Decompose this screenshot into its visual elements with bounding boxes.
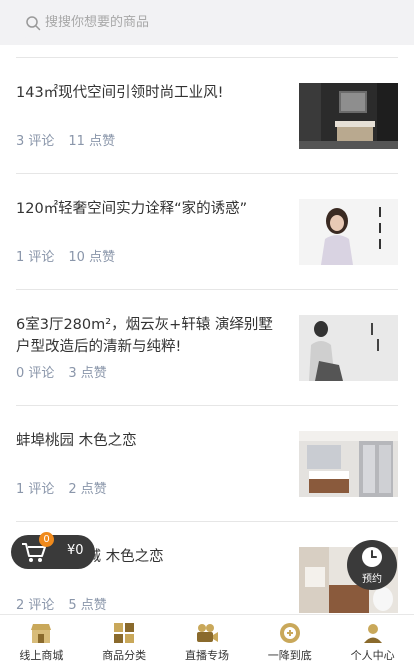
bottom-tab-bar: 线上商城 商品分类 直播专场 一降到底 个人中心 xyxy=(0,614,414,670)
article-thumbnail xyxy=(299,199,398,265)
comment-count: 2 评论 xyxy=(16,598,55,613)
store-icon xyxy=(31,624,52,643)
search-box[interactable] xyxy=(16,6,398,39)
tab-live[interactable]: 直播专场 xyxy=(166,615,249,670)
like-count: 3 点赞 xyxy=(68,366,107,381)
category-icon xyxy=(114,623,135,643)
comment-count: 1 评论 xyxy=(16,250,55,265)
like-count: 10 点赞 xyxy=(68,250,116,265)
article-meta: 1 评论 10 点赞 xyxy=(16,246,115,265)
tab-label: 直播专场 xyxy=(184,649,229,662)
user-icon xyxy=(363,624,382,643)
search-input[interactable] xyxy=(45,15,375,30)
comment-count: 1 评论 xyxy=(16,482,55,497)
comment-count: 0 评论 xyxy=(16,366,55,381)
tab-online-mall[interactable]: 线上商城 xyxy=(0,615,83,670)
like-count: 11 点赞 xyxy=(68,134,116,149)
tab-profile[interactable]: 个人中心 xyxy=(331,615,414,670)
article-title: 蚌埠桃园 木色之恋 xyxy=(16,433,137,449)
article-thumbnail xyxy=(299,431,398,497)
article-thumbnail xyxy=(299,315,398,381)
article-meta: 0 评论 3 点赞 xyxy=(16,362,107,381)
article-meta: 2 评论 5 点赞 xyxy=(16,594,107,613)
article-title: 新城 木色之恋 xyxy=(72,549,164,565)
search-icon xyxy=(26,15,41,30)
tab-label: 商品分类 xyxy=(102,649,147,662)
tab-categories[interactable]: 商品分类 xyxy=(83,615,166,670)
live-camera-icon xyxy=(196,624,218,642)
article-card[interactable]: 120㎡轻奢空间实力诠释“家的诱惑” 1 评论 10 点赞 xyxy=(16,173,398,289)
like-count: 2 点赞 xyxy=(68,482,107,497)
comment-count: 3 评论 xyxy=(16,134,55,149)
article-meta: 3 评论 11 点赞 xyxy=(16,130,115,149)
article-card[interactable]: 6室3厅280m²，烟云灰+轩辕 演绎别墅户型改造后的清新与纯粹! 0 评论 3… xyxy=(16,289,398,405)
tab-label: 一降到底 xyxy=(267,649,312,662)
article-thumbnail xyxy=(299,83,398,149)
booking-label: 预约 xyxy=(362,573,382,585)
search-bar xyxy=(0,0,414,45)
tab-label: 线上商城 xyxy=(19,649,64,662)
cart-button[interactable]: 0 ¥0 xyxy=(11,532,95,569)
article-card[interactable]: 143㎡现代空间引领时尚工业风! 3 评论 11 点赞 xyxy=(16,57,398,173)
like-count: 5 点赞 xyxy=(68,598,107,613)
cart-count-badge: 0 xyxy=(39,532,54,547)
article-title: 120㎡轻奢空间实力诠释“家的诱惑” xyxy=(16,201,248,217)
booking-button[interactable]: 预约 xyxy=(347,540,397,590)
clock-icon xyxy=(362,546,382,567)
article-title: 143㎡现代空间引领时尚工业风! xyxy=(16,85,224,101)
article-title: 6室3厅280m²，烟云灰+轩辕 演绎别墅户型改造后的清新与纯粹! xyxy=(16,317,273,355)
tab-discount[interactable]: 一降到底 xyxy=(248,615,331,670)
discount-icon xyxy=(279,623,300,643)
cart-total-price: ¥0 xyxy=(67,543,84,558)
article-meta: 1 评论 2 点赞 xyxy=(16,478,107,497)
article-card[interactable]: 蚌埠桃园 木色之恋 1 评论 2 点赞 xyxy=(16,405,398,521)
tab-label: 个人中心 xyxy=(350,649,395,662)
